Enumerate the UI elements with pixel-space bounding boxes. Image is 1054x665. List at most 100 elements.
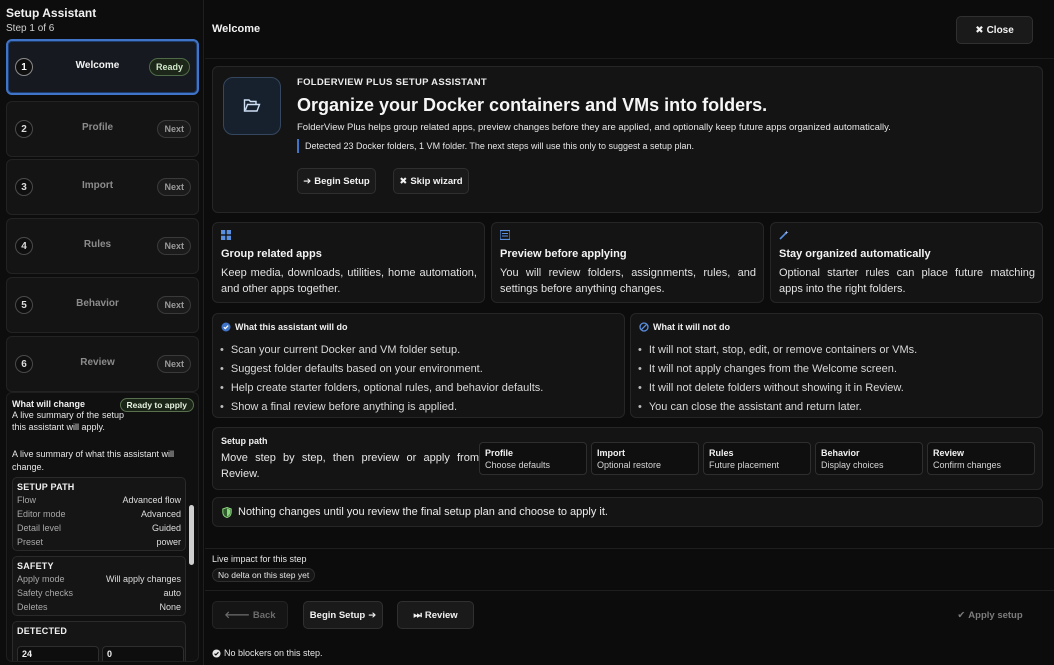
- step-item-rules[interactable]: 4 Rules Next: [6, 218, 199, 274]
- summary-row: Detail level Guided: [17, 523, 181, 533]
- page-title: Welcome: [212, 23, 261, 35]
- close-icon: ✖: [399, 175, 408, 187]
- step-item-import[interactable]: 3 Import Next: [6, 159, 199, 215]
- status-text: No blockers on this step.: [224, 648, 323, 658]
- feature-card-automatic: Stay organized automatically Optional st…: [770, 222, 1043, 303]
- will-do-header: What this assistant will do: [221, 322, 348, 332]
- summary-row: Safety checks auto: [17, 588, 181, 598]
- status-bar: No blockers on this step.: [212, 648, 323, 658]
- step-number: 3: [15, 178, 33, 196]
- list-item: It will not delete folders without showi…: [638, 378, 917, 397]
- step-status-badge: Next: [157, 120, 191, 138]
- chip-title: Rules: [709, 448, 734, 458]
- back-button[interactable]: 🡐 Back: [212, 601, 288, 629]
- sidebar-title: Setup Assistant: [6, 6, 97, 20]
- will-do-list: Scan your current Docker and VM folder s…: [220, 340, 543, 416]
- check-circle-icon: [212, 648, 221, 658]
- section-title: DETECTED: [17, 626, 68, 636]
- list-item: It will not start, stop, edit, or remove…: [638, 340, 917, 359]
- magic-wand-icon: [779, 230, 789, 240]
- will-not-do-title: What it will not do: [653, 322, 730, 332]
- ban-icon: [639, 322, 649, 332]
- close-button[interactable]: ✖ Close: [956, 16, 1033, 44]
- main-content: Welcome ✖ Close FOLDERVIEW PLUS SETUP AS…: [205, 0, 1054, 665]
- step-label: Rules: [83, 239, 112, 250]
- panel-description: A live summary of the setup this assista…: [12, 410, 124, 432]
- feature-text: Optional starter rules can place future …: [779, 267, 1035, 295]
- footer-begin-setup-button[interactable]: Begin Setup ➔: [303, 601, 383, 629]
- step-status-badge: Ready: [148, 58, 190, 76]
- chip-subtitle: Display choices: [821, 460, 884, 470]
- chip-subtitle: Confirm changes: [933, 460, 1002, 470]
- feature-card-group: Group related apps Keep media, downloads…: [212, 222, 485, 303]
- chip-subtitle: Optional restore: [597, 460, 662, 470]
- arrow-right-icon: ➔: [303, 175, 312, 187]
- folder-open-icon: [223, 77, 281, 135]
- list-item: It will not apply changes from the Welco…: [638, 359, 917, 378]
- feature-title: Group related apps: [221, 248, 322, 260]
- step-label: Behavior: [76, 298, 119, 309]
- header-divider: [205, 58, 1054, 59]
- will-do-panel: What this assistant will do Scan your cu…: [212, 313, 625, 418]
- review-button[interactable]: ⏭ Review: [397, 601, 474, 629]
- shield-icon: [222, 506, 232, 518]
- begin-setup-button[interactable]: ➔ Begin Setup: [297, 168, 376, 194]
- path-chip-rules: Rules Future placement: [703, 442, 811, 475]
- list-item: Scan your current Docker and VM folder s…: [220, 340, 543, 359]
- skip-forward-icon: ⏭: [413, 609, 422, 621]
- step-item-welcome[interactable]: 1 Welcome Ready: [6, 39, 199, 95]
- panel-scrollbar[interactable]: [189, 505, 194, 565]
- grid-icon: [221, 230, 231, 240]
- path-chip-behavior: Behavior Display choices: [815, 442, 923, 475]
- back-label: Back: [252, 609, 276, 621]
- summary-row: Deletes None: [17, 602, 181, 612]
- begin-setup-label: Begin Setup: [314, 175, 370, 187]
- setup-path-description: Move step by step, then preview or apply…: [221, 452, 479, 480]
- close-label: Close: [986, 24, 1014, 36]
- hero-kicker: FOLDERVIEW PLUS SETUP ASSISTANT: [297, 77, 487, 88]
- hero-heading: Organize your Docker containers and VMs …: [297, 95, 768, 115]
- detected-summary: DETECTED 24 0: [12, 621, 186, 661]
- close-icon: ✖: [975, 24, 984, 36]
- welcome-hero: FOLDERVIEW PLUS SETUP ASSISTANT Organize…: [212, 66, 1043, 213]
- step-status-badge: Next: [157, 237, 191, 255]
- step-number: 4: [15, 237, 33, 255]
- footer-begin-label: Begin Setup: [309, 609, 366, 621]
- summary-row: Flow Advanced flow: [17, 495, 181, 505]
- feature-title: Preview before applying: [500, 248, 627, 260]
- notice-text: Nothing changes until you review the fin…: [238, 506, 608, 518]
- step-label: Import: [81, 180, 114, 191]
- path-chip-import: Import Optional restore: [591, 442, 699, 475]
- wizard-sidebar: Setup Assistant Step 1 of 6 1 Welcome Re…: [0, 0, 204, 665]
- will-not-do-list: It will not start, stop, edit, or remove…: [638, 340, 917, 416]
- step-item-behavior[interactable]: 5 Behavior Next: [6, 277, 199, 333]
- chip-subtitle: Choose defaults: [485, 460, 551, 470]
- safety-summary: SAFETY Apply mode Will apply changes Safe…: [12, 556, 186, 616]
- step-number: 5: [15, 296, 33, 314]
- summary-row: Editor mode Advanced: [17, 509, 181, 519]
- step-label: Welcome: [75, 60, 120, 71]
- panel-description-secondary: A live summary of what this assistant wi…: [12, 449, 175, 472]
- step-status-badge: Next: [157, 178, 191, 196]
- apply-label: Apply setup: [968, 609, 1023, 621]
- check-icon: ✔: [957, 609, 966, 621]
- setup-path-panel: Setup path Move step by step, then previ…: [212, 427, 1043, 490]
- step-counter: Step 1 of 6: [6, 23, 55, 34]
- summary-row: Preset power: [17, 537, 181, 547]
- step-item-review[interactable]: 6 Review Next: [6, 336, 199, 392]
- step-label: Review: [80, 357, 115, 368]
- detected-vm-count: 0: [102, 646, 184, 661]
- apply-setup-button[interactable]: ✔ Apply setup: [950, 601, 1030, 629]
- step-number: 6: [15, 355, 33, 373]
- list-item: Show a final review before anything is a…: [220, 397, 543, 416]
- path-chip-profile: Profile Choose defaults: [479, 442, 587, 475]
- will-do-title: What this assistant will do: [235, 322, 348, 332]
- list-item: Suggest folder defaults based on your en…: [220, 359, 543, 378]
- step-status-badge: Next: [157, 296, 191, 314]
- step-item-profile[interactable]: 2 Profile Next: [6, 101, 199, 157]
- hero-description: FolderView Plus helps group related apps…: [297, 122, 891, 133]
- skip-wizard-label: Skip wizard: [410, 175, 463, 187]
- chip-title: Behavior: [821, 448, 860, 458]
- skip-wizard-button[interactable]: ✖ Skip wizard: [393, 168, 469, 194]
- footer-divider: [205, 590, 1054, 591]
